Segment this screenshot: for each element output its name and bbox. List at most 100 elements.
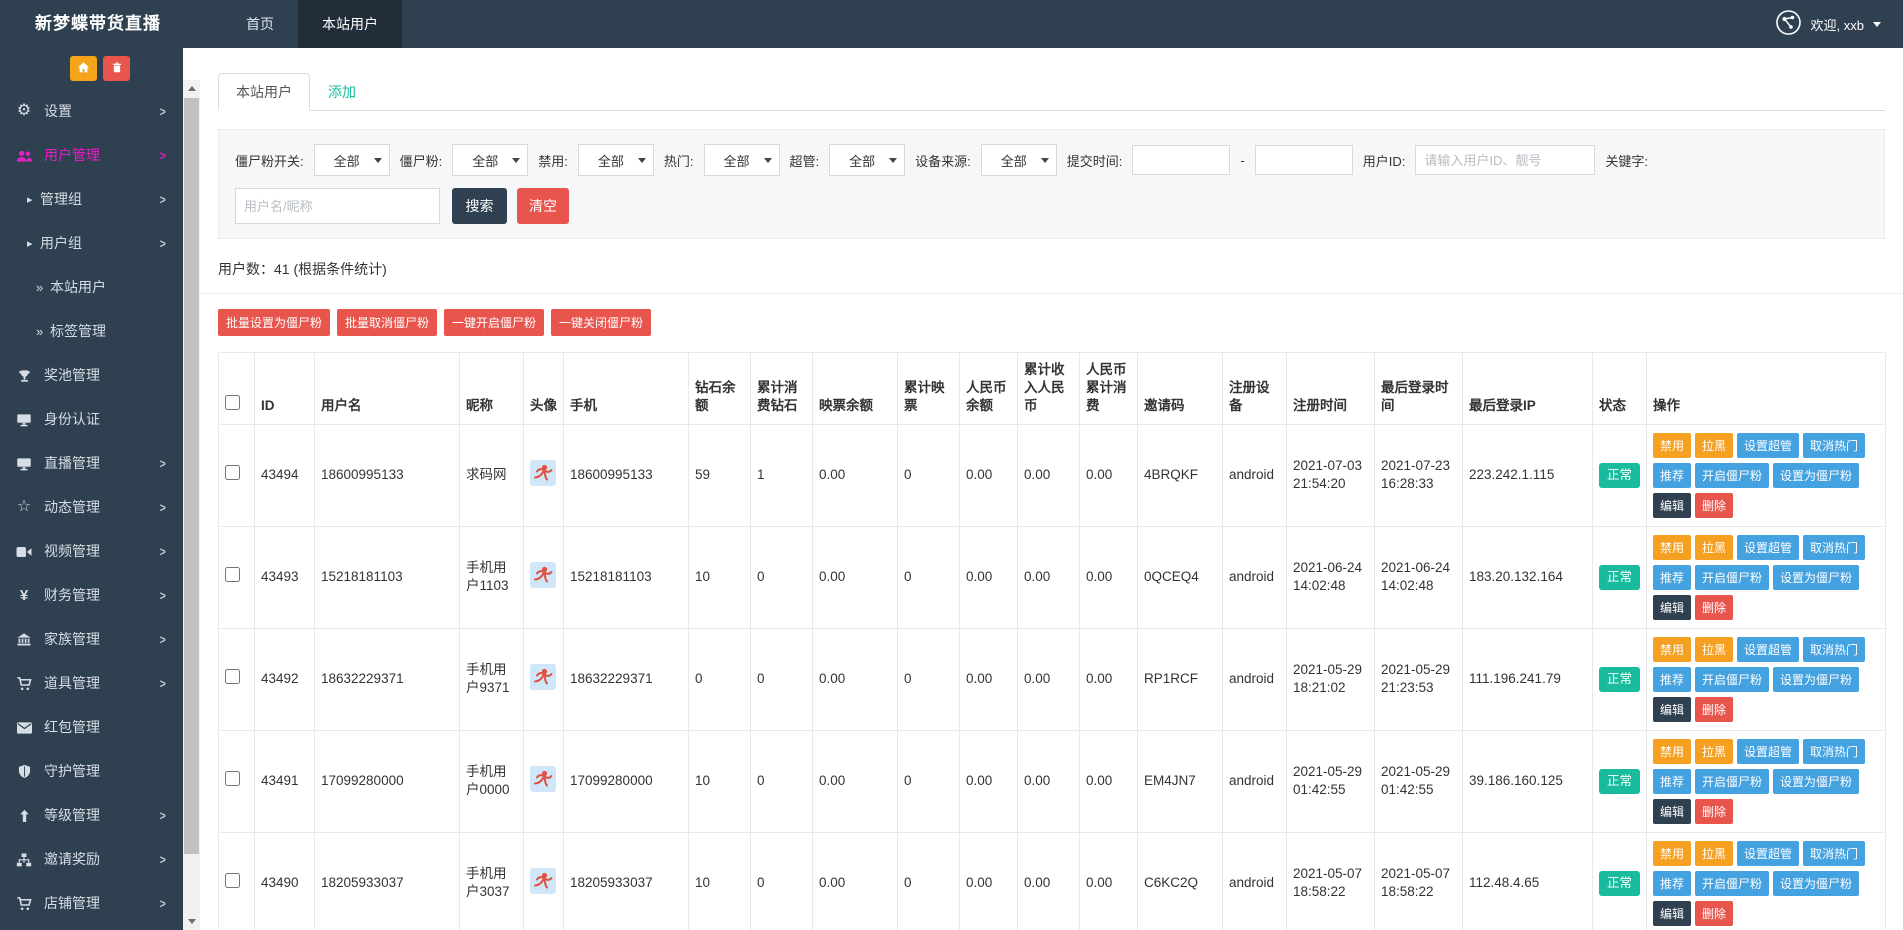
sidebar-scrollbar[interactable] <box>183 80 200 930</box>
sidebar-item-moment-management[interactable]: ☆动态管理> <box>0 485 183 529</box>
status-cell: 正常 <box>1593 628 1647 730</box>
sidebar-item-shop-management[interactable]: 店铺管理> <box>0 881 183 925</box>
disable-button[interactable]: 禁用 <box>1653 433 1691 458</box>
edit-button[interactable]: 编辑 <box>1653 697 1691 722</box>
set-as-zombie-fan-button[interactable]: 设置为僵尸粉 <box>1773 667 1859 692</box>
page-tab-add[interactable]: 添加 <box>310 73 374 111</box>
user-menu[interactable]: 欢迎, xxb <box>1775 0 1881 48</box>
edit-button[interactable]: 编辑 <box>1653 595 1691 620</box>
sidebar-item-tag-management[interactable]: »标签管理 <box>0 309 183 353</box>
set-superadmin-button[interactable]: 设置超管 <box>1737 841 1799 866</box>
sidebar-item-user-management[interactable]: 用户管理> <box>0 133 183 177</box>
user-id-input[interactable] <box>1415 145 1595 175</box>
sidebar-item-video-management[interactable]: 视频管理> <box>0 529 183 573</box>
enable-zombie-fans-button[interactable]: 开启僵尸粉 <box>1695 565 1769 590</box>
submit-time-start-input[interactable] <box>1132 145 1230 175</box>
batch-set-zombie-fans-button[interactable]: 批量设置为僵尸粉 <box>218 309 330 336</box>
cancel-hot-button[interactable]: 取消热门 <box>1803 535 1865 560</box>
delete-button[interactable]: 删除 <box>1695 697 1733 722</box>
recommend-button[interactable]: 推荐 <box>1653 769 1691 794</box>
sidebar-item-guardian-management[interactable]: 守护管理 <box>0 749 183 793</box>
trash-button[interactable] <box>103 56 130 81</box>
delete-button[interactable]: 删除 <box>1695 595 1733 620</box>
blacklist-button[interactable]: 拉黑 <box>1695 841 1733 866</box>
sidebar-item-level-management[interactable]: 等级管理> <box>0 793 183 837</box>
disabled-select[interactable]: 全部 <box>578 144 654 176</box>
sidebar-item-live-management[interactable]: 直播管理> <box>0 441 183 485</box>
row-checkbox[interactable] <box>225 465 240 480</box>
disable-button[interactable]: 禁用 <box>1653 841 1691 866</box>
page-tab-site-users[interactable]: 本站用户 <box>218 73 310 111</box>
zombie-fans-select[interactable]: 全部 <box>452 144 528 176</box>
superadmin-select[interactable]: 全部 <box>829 144 905 176</box>
blacklist-button[interactable]: 拉黑 <box>1695 637 1733 662</box>
clear-button[interactable]: 清空 <box>517 188 569 224</box>
top-tab-home[interactable]: 首页 <box>222 0 298 48</box>
recommend-button[interactable]: 推荐 <box>1653 667 1691 692</box>
set-superadmin-button[interactable]: 设置超管 <box>1737 535 1799 560</box>
set-as-zombie-fan-button[interactable]: 设置为僵尸粉 <box>1773 463 1859 488</box>
row-checkbox[interactable] <box>225 873 240 888</box>
delete-button[interactable]: 删除 <box>1695 493 1733 518</box>
sidebar-item-site-users[interactable]: »本站用户 <box>0 265 183 309</box>
enable-zombie-fans-button[interactable]: 开启僵尸粉 <box>1695 667 1769 692</box>
delete-button[interactable]: 删除 <box>1695 799 1733 824</box>
sidebar-item-identity-verification[interactable]: 身份认证 <box>0 397 183 441</box>
recommend-button[interactable]: 推荐 <box>1653 565 1691 590</box>
submit-time-end-input[interactable] <box>1255 145 1353 175</box>
home-button[interactable] <box>70 56 97 81</box>
enable-zombie-fans-button[interactable]: 开启僵尸粉 <box>1695 871 1769 896</box>
batch-cancel-zombie-fans-button[interactable]: 批量取消僵尸粉 <box>337 309 437 336</box>
sidebar-item-settings[interactable]: ⚙设置> <box>0 89 183 133</box>
sidebar-item-prize-pool-management[interactable]: 奖池管理 <box>0 353 183 397</box>
sidebar-item-red-packet-management[interactable]: 红包管理 <box>0 705 183 749</box>
blacklist-button[interactable]: 拉黑 <box>1695 433 1733 458</box>
one-key-enable-zombie-fans-button[interactable]: 一键开启僵尸粉 <box>444 309 544 336</box>
set-superadmin-button[interactable]: 设置超管 <box>1737 433 1799 458</box>
search-button[interactable]: 搜索 <box>452 188 507 224</box>
sidebar-item-user-group[interactable]: ▸用户组> <box>0 221 183 265</box>
device-source-select[interactable]: 全部 <box>981 144 1057 176</box>
select-all-checkbox[interactable] <box>225 395 240 410</box>
cancel-hot-button[interactable]: 取消热门 <box>1803 841 1865 866</box>
username-nickname-input[interactable] <box>235 188 440 224</box>
blacklist-button[interactable]: 拉黑 <box>1695 739 1733 764</box>
edit-button[interactable]: 编辑 <box>1653 901 1691 926</box>
recommend-button[interactable]: 推荐 <box>1653 463 1691 488</box>
set-as-zombie-fan-button[interactable]: 设置为僵尸粉 <box>1773 871 1859 896</box>
cancel-hot-button[interactable]: 取消热门 <box>1803 739 1865 764</box>
cancel-hot-button[interactable]: 取消热门 <box>1803 637 1865 662</box>
one-key-disable-zombie-fans-button[interactable]: 一键关闭僵尸粉 <box>551 309 651 336</box>
enable-zombie-fans-button[interactable]: 开启僵尸粉 <box>1695 463 1769 488</box>
cancel-hot-button[interactable]: 取消热门 <box>1803 433 1865 458</box>
scroll-down-arrow[interactable] <box>183 913 200 930</box>
row-checkbox[interactable] <box>225 771 240 786</box>
sidebar-item-family-management[interactable]: 家族管理> <box>0 617 183 661</box>
sidebar-item-finance-management[interactable]: ¥财务管理> <box>0 573 183 617</box>
scrollbar-thumb[interactable] <box>184 98 199 854</box>
set-superadmin-button[interactable]: 设置超管 <box>1737 637 1799 662</box>
sidebar-item-admin-group[interactable]: ▸管理组> <box>0 177 183 221</box>
delete-button[interactable]: 删除 <box>1695 901 1733 926</box>
disable-button[interactable]: 禁用 <box>1653 535 1691 560</box>
set-superadmin-button[interactable]: 设置超管 <box>1737 739 1799 764</box>
user-avatar <box>530 868 556 894</box>
set-as-zombie-fan-button[interactable]: 设置为僵尸粉 <box>1773 565 1859 590</box>
hot-select[interactable]: 全部 <box>704 144 780 176</box>
zombie-fans-switch-select[interactable]: 全部 <box>314 144 390 176</box>
row-checkbox[interactable] <box>225 567 240 582</box>
row-checkbox[interactable] <box>225 669 240 684</box>
scroll-up-arrow[interactable] <box>183 80 200 97</box>
disable-button[interactable]: 禁用 <box>1653 637 1691 662</box>
edit-button[interactable]: 编辑 <box>1653 799 1691 824</box>
enable-zombie-fans-button[interactable]: 开启僵尸粉 <box>1695 769 1769 794</box>
sidebar-item-prop-management[interactable]: 道具管理> <box>0 661 183 705</box>
blacklist-button[interactable]: 拉黑 <box>1695 535 1733 560</box>
top-tab-site-users[interactable]: 本站用户 <box>298 0 402 48</box>
disable-button[interactable]: 禁用 <box>1653 739 1691 764</box>
set-as-zombie-fan-button[interactable]: 设置为僵尸粉 <box>1773 769 1859 794</box>
gears-icon: ⚙ <box>13 103 35 119</box>
sidebar-item-invite-reward[interactable]: 邀请奖励> <box>0 837 183 881</box>
edit-button[interactable]: 编辑 <box>1653 493 1691 518</box>
recommend-button[interactable]: 推荐 <box>1653 871 1691 896</box>
